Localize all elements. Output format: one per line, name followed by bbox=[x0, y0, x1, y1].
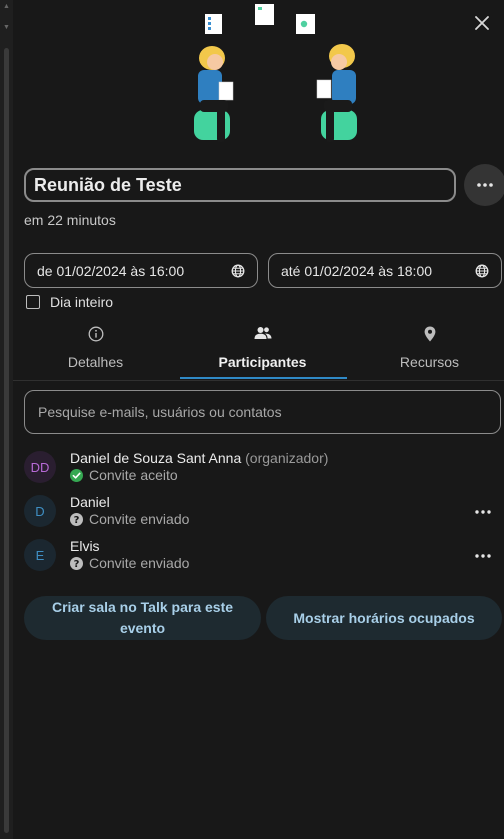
more-horizontal-icon bbox=[477, 183, 493, 187]
avatar[interactable]: DD bbox=[24, 451, 56, 483]
event-actions-menu-button[interactable] bbox=[464, 164, 504, 206]
start-datetime-text: de 01/02/2024 às 16:00 bbox=[37, 262, 185, 279]
attendee-options-button[interactable] bbox=[471, 544, 495, 568]
event-tabs: Detalhes Participantes Recursos bbox=[13, 318, 504, 381]
end-datetime-text: até 01/02/2024 às 18:00 bbox=[281, 262, 433, 279]
attendee-name: Elvis bbox=[70, 538, 100, 554]
check-circle-icon bbox=[70, 468, 83, 482]
attendee-status: ? Convite enviado bbox=[70, 555, 189, 571]
attendee-status-text: Convite aceito bbox=[89, 467, 178, 483]
close-button[interactable] bbox=[470, 11, 494, 35]
attendee-name-line: Elvis bbox=[70, 538, 100, 554]
close-icon bbox=[475, 16, 489, 30]
tab-details[interactable]: Detalhes bbox=[13, 318, 178, 380]
active-tab-indicator bbox=[180, 377, 347, 379]
attendee-name-line: Daniel de Souza Sant Anna (organizador) bbox=[70, 450, 328, 466]
info-icon bbox=[88, 326, 103, 342]
attendee-search-input[interactable] bbox=[24, 390, 501, 434]
end-datetime-picker[interactable]: até 01/02/2024 às 18:00 bbox=[268, 253, 502, 288]
event-countdown: em 22 minutos bbox=[24, 212, 116, 228]
show-busy-slots-button[interactable]: Mostrar horários ocupados bbox=[266, 596, 502, 640]
location-pin-icon bbox=[424, 326, 435, 342]
tab-resources-label: Recursos bbox=[399, 354, 460, 370]
attendee-name-line: Daniel bbox=[70, 494, 110, 510]
attendee-status-text: Convite enviado bbox=[89, 511, 190, 527]
attendee-name: Daniel de Souza Sant Anna bbox=[70, 450, 242, 466]
scrollbar-thumb[interactable] bbox=[4, 48, 9, 833]
event-title-text: Reunião de Teste bbox=[34, 174, 182, 195]
tab-resources[interactable]: Recursos bbox=[347, 318, 504, 380]
attendee-name: Daniel bbox=[70, 494, 110, 510]
window-scrollbar[interactable]: ▲ ▼ bbox=[0, 0, 13, 839]
svg-text:?: ? bbox=[74, 559, 80, 570]
people-icon bbox=[254, 327, 271, 339]
tab-participants-label: Participantes bbox=[218, 354, 307, 370]
question-circle-icon: ? bbox=[70, 512, 83, 526]
attendee-role: (organizador) bbox=[245, 450, 329, 466]
create-talk-room-button[interactable]: Criar sala no Talk para este evento bbox=[24, 596, 261, 640]
scroll-up-arrow-icon[interactable]: ▲ bbox=[3, 3, 10, 10]
attendee-status-text: Convite enviado bbox=[89, 555, 190, 571]
timezone-globe-icon[interactable] bbox=[475, 264, 489, 278]
all-day-label: Dia inteiro bbox=[50, 294, 114, 310]
svg-text:?: ? bbox=[74, 515, 80, 526]
attendee-status: Convite aceito bbox=[70, 467, 178, 483]
event-sidebar: Reunião de Teste em 22 minutos de 01/02/… bbox=[13, 0, 504, 839]
attendee-row: E Elvis ? Convite enviado bbox=[24, 538, 504, 574]
scroll-down-arrow-icon[interactable]: ▼ bbox=[3, 24, 10, 31]
start-datetime-picker[interactable]: de 01/02/2024 às 16:00 bbox=[24, 253, 258, 288]
avatar[interactable]: D bbox=[24, 495, 56, 527]
attendee-options-button[interactable] bbox=[471, 500, 495, 524]
tab-participants[interactable]: Participantes bbox=[180, 318, 345, 380]
tab-details-label: Detalhes bbox=[67, 354, 124, 370]
attendee-status: ? Convite enviado bbox=[70, 511, 189, 527]
meeting-illustration bbox=[194, 4, 357, 142]
all-day-checkbox[interactable] bbox=[26, 295, 40, 309]
all-day-toggle[interactable]: Dia inteiro bbox=[26, 294, 113, 310]
event-title-input[interactable]: Reunião de Teste bbox=[24, 168, 456, 202]
avatar[interactable]: E bbox=[24, 539, 56, 571]
attendee-row: DD Daniel de Souza Sant Anna (organizado… bbox=[24, 450, 504, 486]
more-horizontal-icon bbox=[475, 510, 491, 514]
more-horizontal-icon bbox=[475, 554, 491, 558]
timezone-globe-icon[interactable] bbox=[231, 264, 245, 278]
question-circle-icon: ? bbox=[70, 556, 83, 570]
attendee-row: D Daniel ? Convite enviado bbox=[24, 494, 504, 530]
